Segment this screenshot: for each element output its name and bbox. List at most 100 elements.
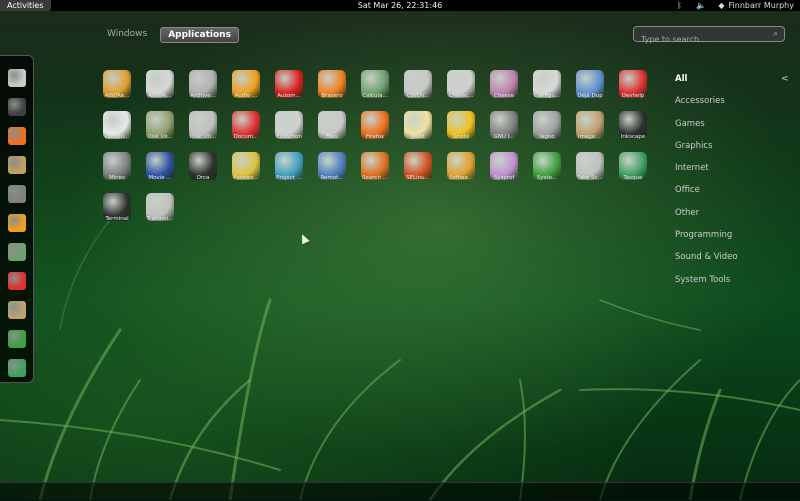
app-launcher[interactable]: Movie ... bbox=[139, 148, 181, 192]
app-launcher[interactable]: Search ... bbox=[354, 148, 396, 192]
category-games[interactable]: Games bbox=[675, 119, 738, 141]
app-launcher[interactable]: Tasque bbox=[612, 148, 654, 192]
app-launcher[interactable]: Disk Uti... bbox=[182, 107, 224, 151]
user-menu[interactable]: ◆ Finnbarr Murphy bbox=[717, 0, 794, 11]
app-label: Déjà Dup bbox=[577, 93, 603, 99]
bluetooth-icon[interactable]: ᛒ bbox=[675, 1, 684, 10]
app-launcher[interactable]: Mines bbox=[96, 148, 138, 192]
app-label: Gnote bbox=[452, 134, 470, 140]
app-label: Search ... bbox=[362, 175, 388, 181]
app-launcher[interactable]: Terminal bbox=[96, 189, 138, 233]
tasks-icon[interactable] bbox=[8, 359, 26, 377]
app-launcher[interactable]: Devhelp bbox=[612, 66, 654, 110]
category-graphics[interactable]: Graphics bbox=[675, 141, 738, 163]
app-launcher[interactable]: Archive... bbox=[182, 66, 224, 110]
app-launcher[interactable]: Cheese bbox=[483, 66, 525, 110]
pointer-icon[interactable] bbox=[8, 185, 26, 203]
category-programming[interactable]: Programming bbox=[675, 230, 738, 252]
app-launcher[interactable]: Inkscape bbox=[612, 107, 654, 151]
app-label: Remot... bbox=[320, 175, 344, 181]
app-launcher[interactable]: Brasero bbox=[311, 66, 353, 110]
app-label: Autom... bbox=[277, 93, 301, 99]
app-launcher[interactable]: Configu... bbox=[526, 66, 568, 110]
app-label: GNU I... bbox=[493, 134, 515, 140]
app-label: Syste... bbox=[536, 175, 558, 181]
system-tray: ᛒ 🔈 ◆ Finnbarr Murphy bbox=[675, 0, 794, 11]
app-launcher[interactable]: Image ... bbox=[569, 107, 611, 151]
search-icon: ⌕ bbox=[773, 29, 778, 38]
rescue-icon[interactable] bbox=[8, 214, 26, 232]
app-label: Configu... bbox=[533, 93, 561, 99]
app-launcher[interactable]: Syste... bbox=[526, 148, 568, 192]
app-label: Add/Re... bbox=[104, 93, 130, 99]
search-input[interactable] bbox=[634, 32, 766, 47]
app-label: Transmi... bbox=[146, 216, 174, 222]
app-launcher[interactable]: Déjà Dup bbox=[569, 66, 611, 110]
app-label: Cheese bbox=[493, 93, 515, 99]
firefox-icon[interactable] bbox=[8, 127, 26, 145]
app-label: CD/DV... bbox=[406, 93, 430, 99]
category-accessories[interactable]: Accessories bbox=[675, 96, 738, 118]
app-launcher[interactable]: SELinu... bbox=[397, 148, 439, 192]
tab-windows[interactable]: Windows bbox=[100, 27, 154, 43]
mouse-pointer-icon bbox=[298, 232, 310, 245]
user-icon: ◆ bbox=[718, 1, 725, 10]
app-launcher[interactable]: Docum... bbox=[225, 107, 267, 151]
app-label: Tasque bbox=[623, 175, 643, 181]
category-all[interactable]: All bbox=[675, 74, 738, 96]
app-launcher[interactable]: CD/DV... bbox=[397, 66, 439, 110]
app-launcher[interactable]: Files bbox=[311, 107, 353, 151]
app-launcher[interactable]: Autom... bbox=[268, 66, 310, 110]
folder-icon[interactable] bbox=[8, 156, 26, 174]
app-label: Sysprof bbox=[493, 175, 515, 181]
search-box: ⌕ bbox=[633, 26, 785, 47]
category-other[interactable]: Other bbox=[675, 208, 738, 230]
app-launcher[interactable]: Firefox bbox=[354, 107, 396, 151]
category-sound-video[interactable]: Sound & Video bbox=[675, 252, 738, 274]
app-launcher[interactable]: Remot... bbox=[311, 148, 353, 192]
evolution-icon[interactable] bbox=[8, 272, 26, 290]
app-launcher[interactable]: AisleRi... bbox=[139, 66, 181, 110]
app-label: SELinu... bbox=[406, 175, 430, 181]
app-launcher[interactable]: Softwa... bbox=[440, 148, 482, 192]
app-launcher[interactable]: Disk Us... bbox=[139, 107, 181, 151]
category-internet[interactable]: Internet bbox=[675, 163, 738, 185]
app-launcher[interactable]: Take Sc... bbox=[569, 148, 611, 192]
app-label: Evolution bbox=[276, 134, 302, 140]
app-launcher[interactable]: gedit bbox=[397, 107, 439, 151]
image-viewer-icon[interactable] bbox=[8, 301, 26, 319]
collapse-arrow-icon[interactable]: < bbox=[781, 74, 789, 84]
files-icon[interactable] bbox=[8, 69, 26, 87]
app-label: Archive... bbox=[190, 93, 216, 99]
app-label: Passwo... bbox=[233, 175, 259, 181]
app-launcher[interactable]: Iagno bbox=[526, 107, 568, 151]
calculator-icon[interactable] bbox=[8, 243, 26, 261]
app-launcher[interactable]: Charac... bbox=[440, 66, 482, 110]
terminal-icon[interactable] bbox=[8, 98, 26, 116]
app-label: Brasero bbox=[321, 93, 343, 99]
category-system-tools[interactable]: System Tools bbox=[675, 275, 738, 297]
app-label: Disk Us... bbox=[147, 134, 173, 140]
app-launcher[interactable]: Diction... bbox=[96, 107, 138, 151]
app-launcher[interactable]: Sysprof bbox=[483, 148, 525, 192]
app-launcher[interactable]: Gnote bbox=[440, 107, 482, 151]
app-label: AisleRi... bbox=[148, 93, 172, 99]
app-launcher[interactable]: Calcula... bbox=[354, 66, 396, 110]
app-launcher[interactable]: Evolution bbox=[268, 107, 310, 151]
app-launcher[interactable]: Orca bbox=[182, 148, 224, 192]
app-label: Firefox bbox=[365, 134, 385, 140]
category-office[interactable]: Office bbox=[675, 185, 738, 207]
volume-icon[interactable]: 🔈 bbox=[696, 1, 706, 10]
app-launcher[interactable]: Transmi... bbox=[139, 189, 181, 233]
app-launcher[interactable]: Project ... bbox=[268, 148, 310, 192]
app-launcher[interactable]: Add/Re... bbox=[96, 66, 138, 110]
app-launcher[interactable]: Audio ... bbox=[225, 66, 267, 110]
system-monitor-icon[interactable] bbox=[8, 330, 26, 348]
tab-applications[interactable]: Applications bbox=[160, 27, 239, 43]
app-label: Movie ... bbox=[148, 175, 172, 181]
app-label: Take Sc... bbox=[577, 175, 603, 181]
app-label: Image ... bbox=[577, 134, 603, 140]
message-tray bbox=[0, 482, 800, 501]
app-launcher[interactable]: Passwo... bbox=[225, 148, 267, 192]
app-launcher[interactable]: GNU I... bbox=[483, 107, 525, 151]
